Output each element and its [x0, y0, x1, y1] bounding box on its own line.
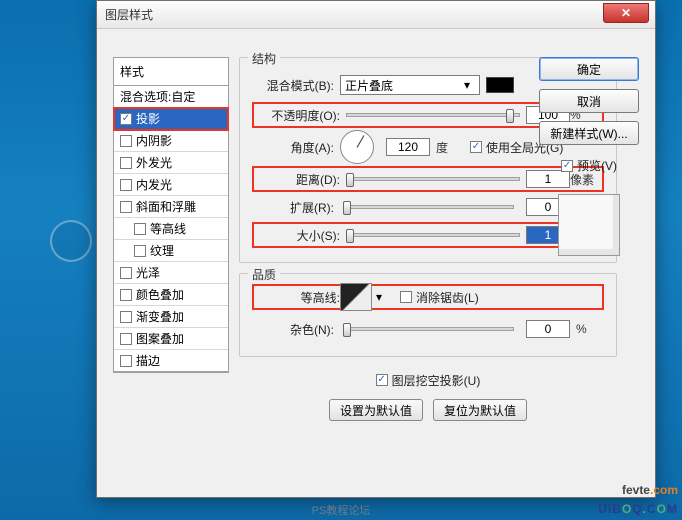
style-row-label: 投影	[136, 110, 160, 127]
noise-row: 杂色(N): 0 %	[252, 316, 604, 342]
blend-mode-label: 混合模式(B):	[252, 77, 334, 94]
style-row-光泽[interactable]: 光泽	[114, 262, 228, 284]
style-row-label: 描边	[136, 352, 160, 369]
footer-center-text: PS教程论坛	[0, 502, 682, 518]
checkbox-icon	[120, 201, 132, 213]
spread-label: 扩展(R):	[252, 199, 334, 216]
style-row-label: 光泽	[136, 264, 160, 281]
style-row-颜色叠加[interactable]: 颜色叠加	[114, 284, 228, 306]
angle-label: 角度(A):	[252, 139, 334, 156]
style-row-label: 斜面和浮雕	[136, 198, 196, 215]
ok-button[interactable]: 确定	[539, 57, 639, 81]
style-row-投影[interactable]: 投影	[114, 108, 228, 130]
styles-header[interactable]: 样式	[113, 57, 229, 86]
style-row-纹理[interactable]: 纹理	[114, 240, 228, 262]
noise-input[interactable]: 0	[526, 320, 570, 338]
chevron-down-icon: ▾	[459, 78, 475, 92]
style-row-label: 图案叠加	[136, 330, 184, 347]
checkbox-icon	[120, 289, 132, 301]
close-button[interactable]: ✕	[603, 3, 649, 23]
style-row-label: 内发光	[136, 176, 172, 193]
noise-slider[interactable]	[346, 327, 514, 331]
style-row-外发光[interactable]: 外发光	[114, 152, 228, 174]
quality-legend: 品质	[248, 266, 280, 283]
checkbox-icon	[561, 160, 573, 172]
size-slider[interactable]	[346, 233, 520, 237]
contour-picker[interactable]	[340, 283, 372, 311]
checkbox-icon	[120, 157, 132, 169]
style-row-label: 颜色叠加	[136, 286, 184, 303]
blend-mode-value: 正片叠底	[345, 77, 393, 94]
reset-default-button[interactable]: 复位为默认值	[433, 399, 527, 421]
default-buttons-row: 设置为默认值 复位为默认值	[239, 397, 617, 423]
style-row-label: 等高线	[150, 220, 186, 237]
titlebar[interactable]: 图层样式 ✕	[97, 1, 655, 29]
distance-slider[interactable]	[346, 177, 520, 181]
noise-label: 杂色(N):	[252, 321, 334, 338]
style-row-label: 渐变叠加	[136, 308, 184, 325]
quality-fieldset: 品质 等高线: ▾ 消除锯齿(L) 杂色(N): 0 %	[239, 273, 617, 357]
contour-row: 等高线: ▾ 消除锯齿(L)	[252, 284, 604, 310]
contour-arrow-icon[interactable]: ▾	[376, 290, 382, 304]
blending-options-row[interactable]: 混合选项:自定	[114, 86, 228, 108]
contour-label: 等高线:	[258, 289, 340, 306]
background-circle-deco	[50, 220, 92, 262]
styles-column: 样式 混合选项:自定 投影内阴影外发光内发光斜面和浮雕等高线纹理光泽颜色叠加渐变…	[113, 57, 229, 373]
new-style-button[interactable]: 新建样式(W)...	[539, 121, 639, 145]
angle-input[interactable]: 120	[386, 138, 430, 156]
watermark-fevte: fevte.com	[598, 483, 678, 497]
layer-style-dialog: 图层样式 ✕ 投影 样式 混合选项:自定 投影内阴影外发光内发光斜面和浮雕等高线…	[96, 0, 656, 498]
checkbox-icon	[120, 135, 132, 147]
spread-slider[interactable]	[346, 205, 514, 209]
opacity-label: 不透明度(O):	[258, 107, 340, 124]
checkbox-icon	[376, 374, 388, 386]
style-row-图案叠加[interactable]: 图案叠加	[114, 328, 228, 350]
blend-mode-select[interactable]: 正片叠底 ▾	[340, 75, 480, 95]
knockout-row: 图层挖空投影(U)	[239, 367, 617, 393]
distance-label: 距离(D):	[258, 171, 340, 188]
shadow-color-swatch[interactable]	[486, 77, 514, 93]
style-row-label: 外发光	[136, 154, 172, 171]
checkbox-icon	[120, 113, 132, 125]
structure-legend: 结构	[248, 50, 280, 67]
style-row-label: 纹理	[150, 242, 174, 259]
styles-list: 混合选项:自定 投影内阴影外发光内发光斜面和浮雕等高线纹理光泽颜色叠加渐变叠加图…	[113, 86, 229, 373]
angle-unit: 度	[436, 139, 464, 156]
knockout-label: 图层挖空投影(U)	[392, 372, 481, 389]
style-row-等高线[interactable]: 等高线	[114, 218, 228, 240]
style-row-渐变叠加[interactable]: 渐变叠加	[114, 306, 228, 328]
checkbox-icon	[134, 245, 146, 257]
preview-checkbox[interactable]: 预览(V)	[561, 157, 617, 174]
dialog-title: 图层样式	[105, 6, 153, 23]
checkbox-icon	[400, 291, 412, 303]
opacity-slider[interactable]	[346, 113, 520, 117]
style-row-描边[interactable]: 描边	[114, 350, 228, 372]
preview-label: 预览(V)	[577, 157, 617, 174]
preview-swatch	[558, 194, 620, 256]
antialias-label: 消除锯齿(L)	[416, 289, 479, 306]
noise-unit: %	[576, 322, 604, 336]
size-label: 大小(S):	[258, 227, 340, 244]
knockout-checkbox[interactable]: 图层挖空投影(U)	[376, 372, 481, 389]
style-row-斜面和浮雕[interactable]: 斜面和浮雕	[114, 196, 228, 218]
make-default-button[interactable]: 设置为默认值	[329, 399, 423, 421]
checkbox-icon	[120, 311, 132, 323]
close-icon: ✕	[621, 6, 631, 20]
style-row-内阴影[interactable]: 内阴影	[114, 130, 228, 152]
checkbox-icon	[120, 267, 132, 279]
checkbox-icon	[120, 179, 132, 191]
cancel-button[interactable]: 取消	[539, 89, 639, 113]
checkbox-icon	[134, 223, 146, 235]
dialog-buttons-column: 确定 取消 新建样式(W)... 预览(V)	[533, 57, 645, 256]
checkbox-icon	[470, 141, 482, 153]
checkbox-icon	[120, 355, 132, 367]
style-row-label: 内阴影	[136, 132, 172, 149]
style-row-内发光[interactable]: 内发光	[114, 174, 228, 196]
checkbox-icon	[120, 333, 132, 345]
blending-options-label: 混合选项:自定	[120, 88, 195, 105]
dialog-body: 投影 样式 混合选项:自定 投影内阴影外发光内发光斜面和浮雕等高线纹理光泽颜色叠…	[97, 29, 655, 497]
antialias-checkbox[interactable]: 消除锯齿(L)	[400, 289, 479, 306]
angle-dial[interactable]	[340, 130, 374, 164]
